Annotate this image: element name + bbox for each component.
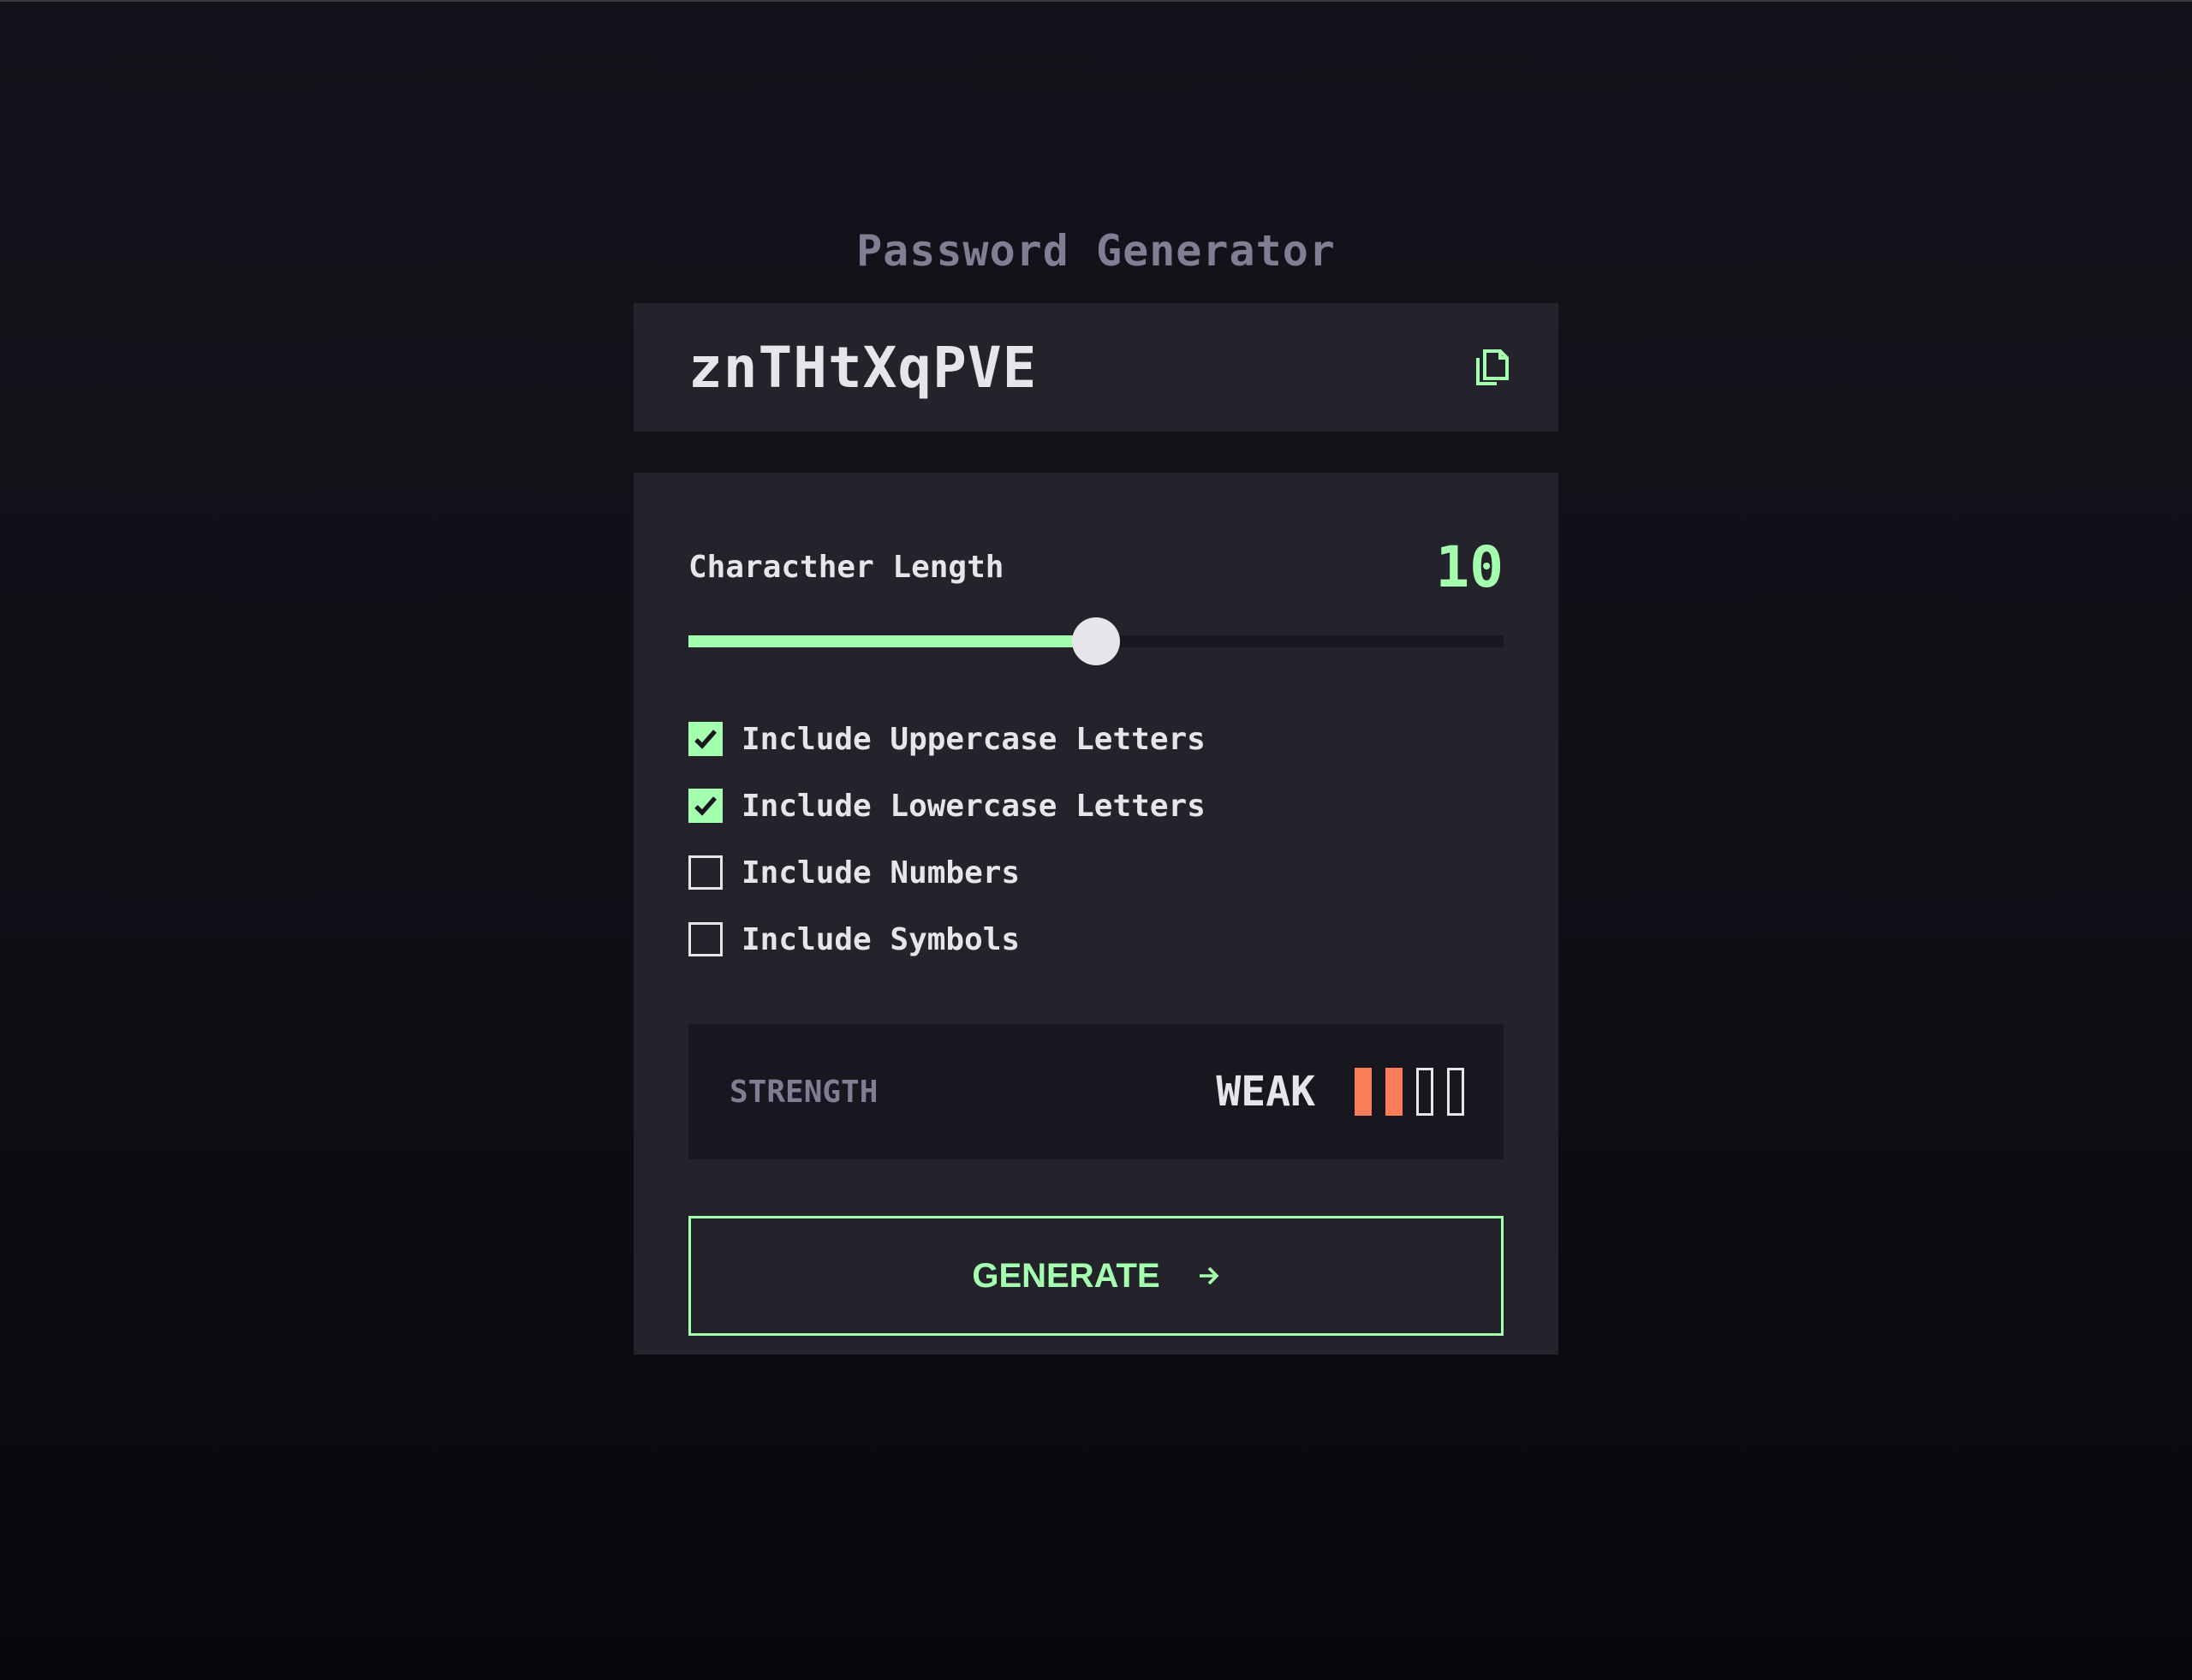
check-icon [694,796,717,816]
strength-label: STRENGTH [730,1074,879,1110]
strength-bar [1447,1068,1464,1116]
option-label: Include Lowercase Letters [742,788,1206,824]
options-list: Include Uppercase Letters Include Lowerc… [688,706,1504,973]
length-label: Characther Length [688,549,1004,585]
strength-bar [1385,1068,1403,1116]
strength-bar [1355,1068,1372,1116]
length-row: Characther Length 10 [688,533,1504,600]
length-value: 10 [1435,533,1504,600]
numbers-checkbox[interactable] [688,855,723,890]
option-lowercase[interactable]: Include Lowercase Letters [688,772,1504,839]
option-label: Include Uppercase Letters [742,721,1206,757]
password-display: znTHtXqPVE [634,303,1558,432]
check-icon [694,730,717,749]
option-label: Include Numbers [742,855,1021,891]
strength-level: WEAK [1216,1068,1315,1116]
password-generator-app: Password Generator znTHtXqPVE Characther… [634,223,1558,1355]
generate-button[interactable]: GENERATE [688,1216,1504,1336]
symbols-checkbox[interactable] [688,922,723,956]
password-value: znTHtXqPVE [688,334,1038,401]
app-title: Password Generator [856,226,1336,276]
slider-thumb[interactable] [1072,617,1120,665]
option-uppercase[interactable]: Include Uppercase Letters [688,706,1504,772]
copy-icon [1476,349,1509,385]
uppercase-checkbox[interactable] [688,722,723,756]
length-slider[interactable] [688,617,1504,665]
arrow-right-icon [1199,1266,1219,1285]
strength-bars [1355,1068,1464,1116]
generate-label: GENERATE [972,1256,1160,1295]
slider-fill [688,635,1096,647]
copy-button[interactable] [1464,340,1519,395]
strength-meter: STRENGTH WEAK [688,1024,1504,1159]
lowercase-checkbox[interactable] [688,789,723,823]
option-numbers[interactable]: Include Numbers [688,839,1504,906]
option-label: Include Symbols [742,921,1021,957]
strength-indicator: WEAK [1216,1068,1464,1116]
options-panel: Characther Length 10 Include Uppercase L… [634,473,1558,1355]
option-symbols[interactable]: Include Symbols [688,906,1504,973]
strength-bar [1416,1068,1433,1116]
